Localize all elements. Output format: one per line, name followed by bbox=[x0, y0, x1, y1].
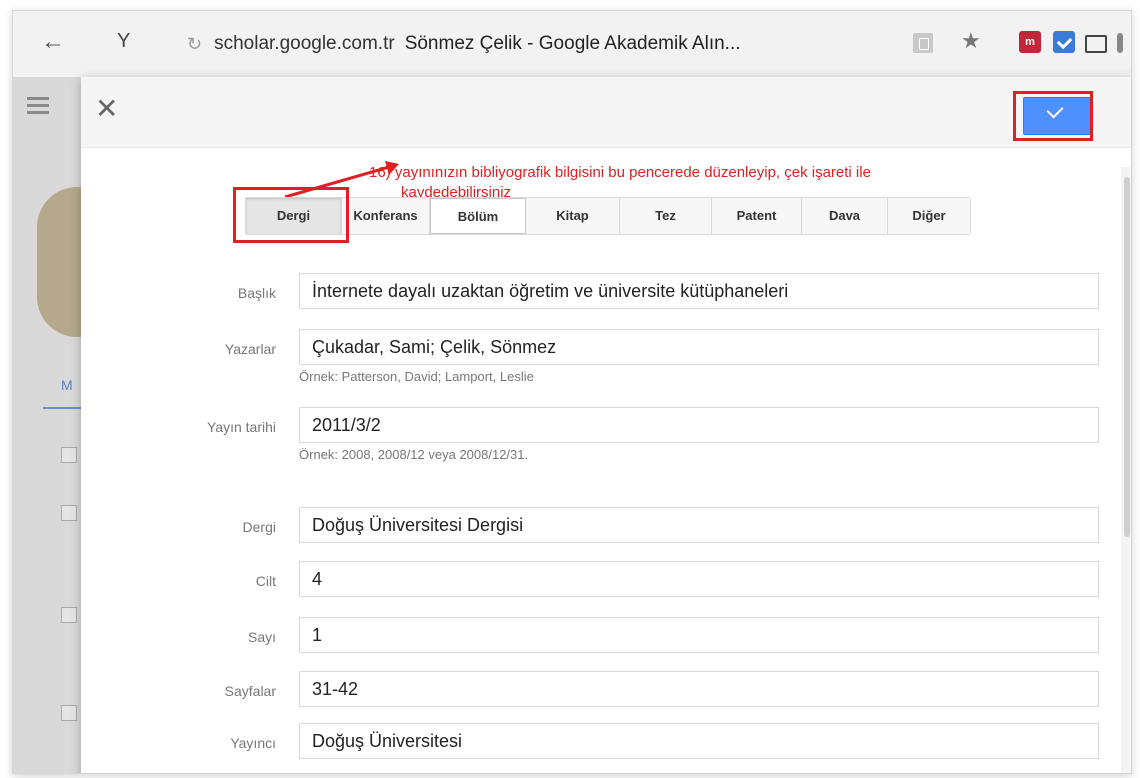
yandex-icon[interactable]: Y bbox=[117, 30, 130, 53]
annotation-line-1: 16) yayınınızın bibliyografik bilgisini … bbox=[369, 164, 871, 181]
bg-tab-underline bbox=[43, 407, 83, 409]
back-arrow-icon[interactable]: ← bbox=[41, 28, 65, 56]
authors-label: Yazarlar bbox=[224, 341, 276, 357]
tab-konferans[interactable]: Konferans bbox=[342, 198, 430, 234]
bg-checkbox bbox=[61, 705, 77, 721]
tab-patent[interactable]: Patent bbox=[712, 198, 802, 234]
date-field[interactable]: 2011/3/2 bbox=[299, 407, 1099, 443]
pages-label: Sayfalar bbox=[224, 683, 276, 699]
menu-extension-icon[interactable] bbox=[1117, 33, 1123, 53]
edit-article-dialog: ✕ 16) yayınınızın bibliyografik bilgisin… bbox=[81, 77, 1131, 773]
issue-label: Sayı bbox=[247, 629, 276, 645]
volume-label: Cilt bbox=[255, 573, 276, 589]
hamburger-menu-icon[interactable] bbox=[27, 97, 49, 118]
lock-icon[interactable] bbox=[913, 33, 933, 53]
publication-type-tabs: Dergi Konferans Bölüm Kitap Tez Patent D… bbox=[245, 197, 971, 235]
journal-label: Dergi bbox=[242, 519, 276, 535]
tab-dava[interactable]: Dava bbox=[802, 198, 888, 234]
browser-toolbar: ← Y ↻ scholar.google.com.tr Sönmez Çelik… bbox=[13, 11, 1131, 77]
close-icon[interactable]: ✕ bbox=[95, 95, 118, 123]
authors-field[interactable]: Çukadar, Sami; Çelik, Sönmez bbox=[299, 329, 1099, 365]
date-hint: Örnek: 2008, 2008/12 veya 2008/12/31. bbox=[299, 447, 529, 462]
tab-diger[interactable]: Diğer bbox=[888, 198, 970, 234]
save-highlight-box bbox=[1013, 91, 1093, 141]
pages-field[interactable]: 31-42 bbox=[299, 671, 1099, 707]
date-label: Yayın tarihi bbox=[207, 419, 276, 435]
journal-field[interactable]: Doğuş Üniversitesi Dergisi bbox=[299, 507, 1099, 543]
tab-tez[interactable]: Tez bbox=[620, 198, 712, 234]
bg-checkbox bbox=[61, 505, 77, 521]
tab-kitap[interactable]: Kitap bbox=[526, 198, 620, 234]
address-bar[interactable]: ↻ scholar.google.com.tr Sönmez Çelik - G… bbox=[173, 23, 1003, 65]
reload-icon[interactable]: ↻ bbox=[187, 34, 202, 55]
dialog-header: ✕ bbox=[81, 77, 1131, 148]
mail-extension-icon[interactable] bbox=[1085, 35, 1107, 53]
bg-checkbox bbox=[61, 447, 77, 463]
mendeley-extension-icon[interactable]: m bbox=[1019, 31, 1041, 53]
bg-tab-label: M bbox=[61, 377, 73, 393]
publisher-field[interactable]: Doğuş Üniversitesi bbox=[299, 723, 1099, 759]
bookmark-star-icon[interactable]: ★ bbox=[961, 28, 981, 54]
url-domain: scholar.google.com.tr bbox=[214, 33, 395, 54]
title-label: Başlık bbox=[237, 285, 276, 301]
tab-highlight-box bbox=[233, 187, 349, 243]
volume-field[interactable]: 4 bbox=[299, 561, 1099, 597]
tab-bolum[interactable]: Bölüm bbox=[430, 198, 526, 234]
authors-hint: Örnek: Patterson, David; Lamport, Leslie bbox=[299, 369, 534, 384]
scrollbar-thumb[interactable] bbox=[1124, 177, 1130, 537]
screenshot-frame: ← Y ↻ scholar.google.com.tr Sönmez Çelik… bbox=[12, 10, 1132, 774]
publisher-label: Yayıncı bbox=[230, 735, 276, 751]
title-field[interactable]: İnternete dayalı uzaktan öğretim ve üniv… bbox=[299, 273, 1099, 309]
page-title: Sönmez Çelik - Google Akademik Alın... bbox=[404, 33, 741, 54]
issue-field[interactable]: 1 bbox=[299, 617, 1099, 653]
bg-checkbox bbox=[61, 607, 77, 623]
check-extension-icon[interactable] bbox=[1053, 31, 1075, 53]
